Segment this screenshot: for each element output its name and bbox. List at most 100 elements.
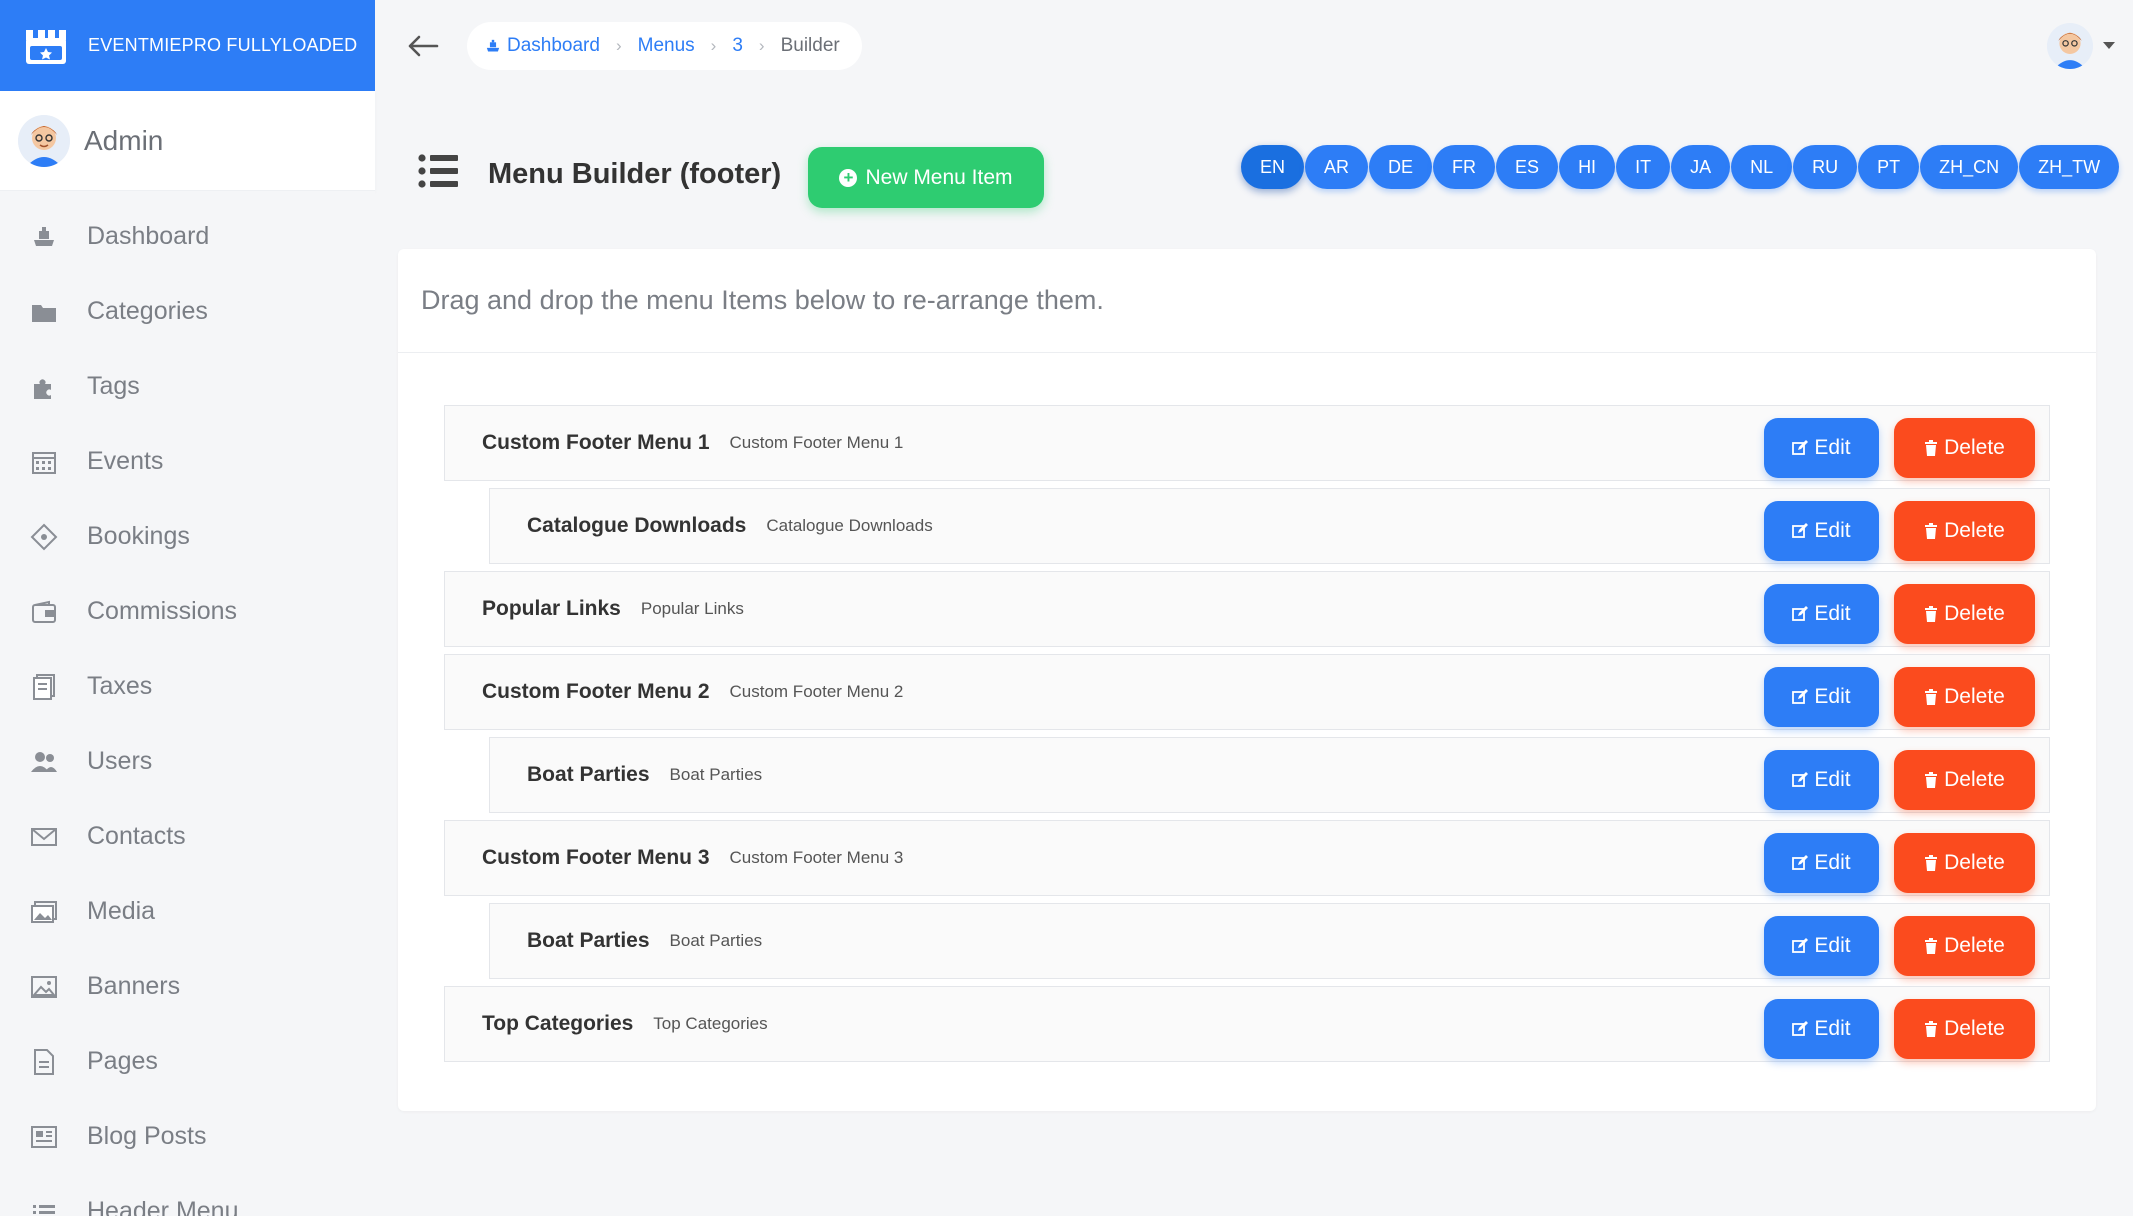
delete-label: Delete [1944, 436, 2005, 459]
sidebar-item-contacts[interactable]: Contacts [0, 799, 375, 874]
delete-button[interactable]: Delete [1894, 999, 2035, 1059]
language-es-button[interactable]: ES [1496, 145, 1559, 189]
menu-item-title: Catalogue Downloads [527, 514, 747, 537]
delete-button[interactable]: Delete [1894, 584, 2035, 644]
menu-item-row[interactable]: Popular Links Popular Links Edit Delete [444, 571, 2050, 647]
trash-icon [1925, 689, 1938, 705]
breadcrumb-dashboard[interactable]: Dashboard [485, 35, 600, 57]
edit-label: Edit [1814, 1017, 1851, 1040]
menu-item-title: Boat Parties [527, 763, 650, 786]
caret-down-icon[interactable] [2103, 42, 2115, 49]
instruction-text: Drag and drop the menu Items below to re… [398, 249, 2096, 353]
menu-builder-card: Drag and drop the menu Items below to re… [398, 249, 2096, 1111]
admin-profile[interactable]: Admin [0, 91, 375, 191]
language-ar-button[interactable]: AR [1305, 145, 1369, 189]
arrow-left-icon [408, 35, 439, 57]
language-it-button[interactable]: IT [1616, 145, 1671, 189]
delete-button[interactable]: Delete [1894, 750, 2035, 810]
language-de-button[interactable]: DE [1369, 145, 1433, 189]
edit-icon [1792, 689, 1809, 704]
edit-icon [1792, 606, 1809, 621]
chevron-right-icon: › [615, 36, 622, 55]
users-icon [28, 746, 60, 778]
language-zh-tw-button[interactable]: ZH_TW [2019, 145, 2120, 189]
sidebar-item-categories[interactable]: Categories [0, 274, 375, 349]
language-ru-button[interactable]: RU [1793, 145, 1858, 189]
new-menu-item-label: New Menu Item [865, 165, 1013, 189]
sidebar-item-bookings[interactable]: Bookings [0, 499, 375, 574]
sidebar-item-label: Header Menu [87, 1197, 239, 1216]
menu-item-child-row[interactable]: Catalogue Downloads Catalogue Downloads Ed… [489, 488, 2050, 564]
menu-item-subtitle: Top Categories [653, 1014, 768, 1033]
menu-item-subtitle: Boat Parties [669, 931, 763, 950]
new-menu-item-button[interactable]: + New Menu Item [808, 147, 1044, 208]
breadcrumb-menu-id[interactable]: 3 [732, 35, 743, 57]
user-menu-avatar[interactable] [2047, 23, 2093, 69]
plus-circle-icon: + [839, 168, 858, 187]
back-button[interactable] [401, 24, 445, 68]
language-nl-button[interactable]: NL [1731, 145, 1793, 189]
menu-items-list: Custom Footer Menu 1 Custom Footer Menu 1… [444, 405, 2050, 1069]
delete-button[interactable]: Delete [1894, 418, 2035, 478]
trash-icon [1925, 523, 1938, 539]
menu-item-subtitle: Boat Parties [669, 765, 763, 784]
sidebar-item-banners[interactable]: Banners [0, 949, 375, 1024]
ticket-icon [28, 521, 60, 553]
menu-item-title: Custom Footer Menu 2 [482, 680, 710, 703]
menu-item-row[interactable]: Top Categories Top Categories Edit Delete [444, 986, 2050, 1062]
edit-button[interactable]: Edit [1764, 999, 1879, 1059]
menu-item-row[interactable]: Custom Footer Menu 3 Custom Footer Menu 3… [444, 820, 2050, 896]
edit-label: Edit [1814, 436, 1851, 459]
delete-button[interactable]: Delete [1894, 833, 2035, 893]
sidebar-item-blog-posts[interactable]: Blog Posts [0, 1099, 375, 1174]
sidebar-item-events[interactable]: Events [0, 424, 375, 499]
edit-button[interactable]: Edit [1764, 916, 1879, 976]
sidebar-item-label: Bookings [87, 522, 190, 550]
delete-button[interactable]: Delete [1894, 916, 2035, 976]
edit-button[interactable]: Edit [1764, 501, 1879, 561]
sidebar-item-commissions[interactable]: Commissions [0, 574, 375, 649]
breadcrumb-menus[interactable]: Menus [638, 35, 695, 57]
sidebar-item-taxes[interactable]: Taxes [0, 649, 375, 724]
brand-bar[interactable]: EVENTMIEPRO FULLYLOADED [0, 0, 375, 91]
newspaper-icon [28, 1121, 60, 1153]
sidebar-item-pages[interactable]: Pages [0, 1024, 375, 1099]
sidebar-item-dashboard[interactable]: Dashboard [0, 199, 375, 274]
edit-button[interactable]: Edit [1764, 833, 1879, 893]
edit-button[interactable]: Edit [1764, 584, 1879, 644]
language-pt-button[interactable]: PT [1858, 145, 1920, 189]
edit-button[interactable]: Edit [1764, 418, 1879, 478]
language-ja-button[interactable]: JA [1671, 145, 1731, 189]
menu-item-child-row[interactable]: Boat Parties Boat Parties Edit Delete [489, 737, 2050, 813]
language-hi-button[interactable]: HI [1559, 145, 1616, 189]
language-fr-button[interactable]: FR [1433, 145, 1496, 189]
page-title: Menu Builder (footer) [488, 158, 782, 190]
delete-label: Delete [1944, 685, 2005, 708]
delete-button[interactable]: Delete [1894, 667, 2035, 727]
sidebar: EVENTMIEPRO FULLYLOADED Admin Dashboard [0, 0, 375, 1216]
trash-icon [1925, 772, 1938, 788]
menu-item-child-row[interactable]: Boat Parties Boat Parties Edit Delete [489, 903, 2050, 979]
dashboard-icon [486, 39, 500, 52]
sidebar-item-tags[interactable]: Tags [0, 349, 375, 424]
delete-label: Delete [1944, 768, 2005, 791]
edit-label: Edit [1814, 685, 1851, 708]
sidebar-item-users[interactable]: Users [0, 724, 375, 799]
language-zh-cn-button[interactable]: ZH_CN [1920, 145, 2019, 189]
sidebar-item-label: Blog Posts [87, 1122, 207, 1150]
menu-item-subtitle: Catalogue Downloads [766, 516, 933, 535]
row-actions: Edit Delete [1764, 667, 2035, 727]
delete-button[interactable]: Delete [1894, 501, 2035, 561]
menu-item-row[interactable]: Custom Footer Menu 1 Custom Footer Menu 1… [444, 405, 2050, 481]
chevron-right-icon: › [758, 36, 765, 55]
menu-item-subtitle: Popular Links [640, 599, 744, 618]
edit-button[interactable]: Edit [1764, 667, 1879, 727]
language-en-button[interactable]: EN [1241, 145, 1305, 189]
sidebar-item-label: Media [87, 897, 156, 925]
file-icon [28, 1046, 60, 1078]
edit-button[interactable]: Edit [1764, 750, 1879, 810]
menu-item-row[interactable]: Custom Footer Menu 2 Custom Footer Menu 2… [444, 654, 2050, 730]
sidebar-item-media[interactable]: Media [0, 874, 375, 949]
sidebar-item-header-menu[interactable]: Header Menu [0, 1174, 375, 1216]
menu-item-title: Popular Links [482, 597, 621, 620]
